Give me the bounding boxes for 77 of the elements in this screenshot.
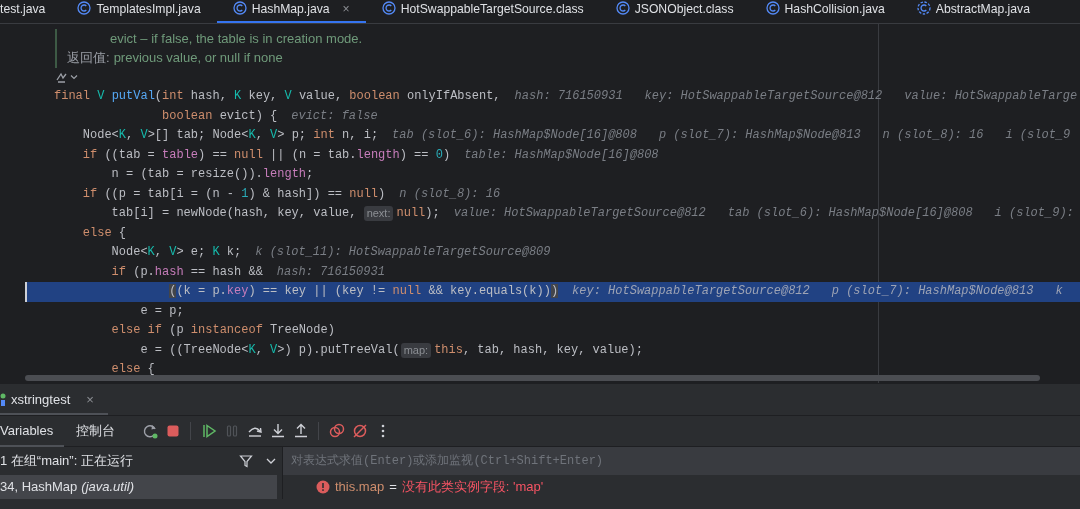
stack-frame[interactable]: 34, HashMap (java.util): [0, 475, 277, 499]
resume-icon: [200, 423, 217, 439]
variable-name: this.map: [335, 478, 385, 497]
breakpoints-icon: [328, 423, 345, 439]
editor-tab[interactable]: JSONObject.class: [599, 0, 750, 23]
close-icon[interactable]: ×: [342, 1, 350, 18]
class-icon: [615, 1, 630, 15]
code-text: final V putVal(int hash, K key, V value, boolean onlyIfAbsent,: [54, 88, 501, 105]
code-text: tab[i] = newNode(hash, key, value,: [111, 205, 357, 222]
doc-text: evict – if false, the table is in creation mode.: [110, 30, 363, 46]
editor-tab[interactable]: HashMap.java ×: [216, 0, 366, 23]
code-text: else {: [111, 361, 155, 378]
abstract-class-icon: [916, 1, 931, 15]
class-icon: [232, 1, 247, 15]
debug-value: i (slot_9: [1005, 127, 1071, 144]
step-into-icon: [269, 423, 286, 439]
debug-value: n (slot_8): 16: [882, 127, 984, 144]
class-icon: [765, 1, 780, 15]
debug-value: key: HotSwappableTargetSource@812: [572, 283, 810, 300]
view-tab[interactable]: Variables: [0, 415, 65, 447]
horizontal-scrollbar[interactable]: [25, 375, 1040, 381]
chevron-down-icon: [70, 73, 78, 82]
debug-value: evict: false: [291, 107, 378, 125]
stop-icon: [164, 423, 181, 439]
parameter-hint: next:: [363, 206, 394, 222]
equals-sign: =: [389, 478, 397, 497]
debug-value: value: HotSwappableTargetSource@812: [453, 205, 706, 222]
debug-value: table: HashMap$Node[16]@808: [464, 146, 659, 164]
error-icon: [316, 480, 330, 494]
variable-value: 没有此类实例字段: 'map': [401, 478, 544, 497]
code-text: n = (tab = resize()).length;: [111, 166, 314, 183]
editor-tab[interactable]: HotSwappableTargetSource.class: [365, 0, 600, 23]
debug-value: i (slot_9):: [994, 205, 1074, 222]
code-text: if (p.hash == hash &&: [111, 263, 263, 281]
editor-tab[interactable]: HashCollision.java: [749, 0, 901, 23]
code-text: Node<K, V>[] tab; Node<K, V> p; int n, i;: [82, 127, 379, 144]
class-icon: [381, 1, 396, 15]
code-text: boolean evict) {: [162, 107, 278, 125]
close-icon[interactable]: ×: [86, 389, 94, 410]
view-tab[interactable]: 控制台: [76, 415, 127, 447]
debug-value: value: HotSwappableTarge: [904, 88, 1078, 105]
chevron-down-icon: [266, 456, 276, 466]
code-text: ((k = p.key) == key || (key != null && key.equals(k))): [169, 283, 559, 300]
code-text: else if (p instanceof TreeNode): [111, 322, 335, 339]
more-icon: [380, 423, 385, 439]
debug-value: k: [1055, 283, 1063, 300]
debug-value: key: HotSwappableTargetSource@812: [644, 88, 883, 105]
filter-icon: [239, 454, 253, 468]
code-text: e = ((TreeNode<K, V>) p).putTreeVal(: [140, 341, 400, 359]
run-tab[interactable]: xstringtest ×: [0, 384, 108, 415]
debug-value: n (slot_8): 16: [399, 185, 501, 203]
step-out-icon: [292, 423, 309, 439]
debug-value: k (slot_11): HotSwappableTargetSource@809: [255, 244, 551, 261]
class-icon: [77, 1, 92, 15]
debug-value: tab (slot_6): HashMap$Node[16]@808: [727, 205, 973, 222]
debug-value: hash: 716150931: [514, 88, 623, 105]
doc-label: 返回值:: [67, 50, 110, 65]
rerun-icon: [141, 423, 158, 439]
mute-breakpoints-icon: [351, 423, 368, 439]
thread-status: 1 在组“main”: 正在运行: [0, 452, 133, 471]
debug-value: p (slot_7): HashMap$Node@813: [831, 283, 1034, 300]
debug-value: hash: 716150931: [276, 263, 385, 281]
code-text: null);: [396, 205, 440, 222]
code-text: Node<K, V> e; K k;: [111, 244, 242, 261]
code-text: if ((p = tab[i = (n - 1) & hash]) == null): [82, 185, 386, 203]
app-icon: [0, 392, 7, 407]
editor-tab[interactable]: AbstractMap.java: [900, 0, 1046, 23]
debug-value: tab (slot_6): HashMap$Node[16]@808: [392, 127, 637, 144]
parameter-hint: map:: [400, 342, 432, 358]
doc-text: previous value, or null if none: [113, 50, 283, 65]
debug-value: p (slot_7): HashMap$Node@813: [658, 127, 861, 144]
code-text: if ((tab = table) == null || (n = tab.length) == 0): [82, 146, 451, 164]
code-text: this, tab, hash, key, value);: [434, 341, 643, 359]
editor-tab[interactable]: test.java: [0, 0, 62, 23]
code-text: else {: [82, 224, 126, 242]
code-text: e = p;: [140, 302, 184, 320]
editor-tab[interactable]: TemplatesImpl.java: [61, 0, 217, 23]
